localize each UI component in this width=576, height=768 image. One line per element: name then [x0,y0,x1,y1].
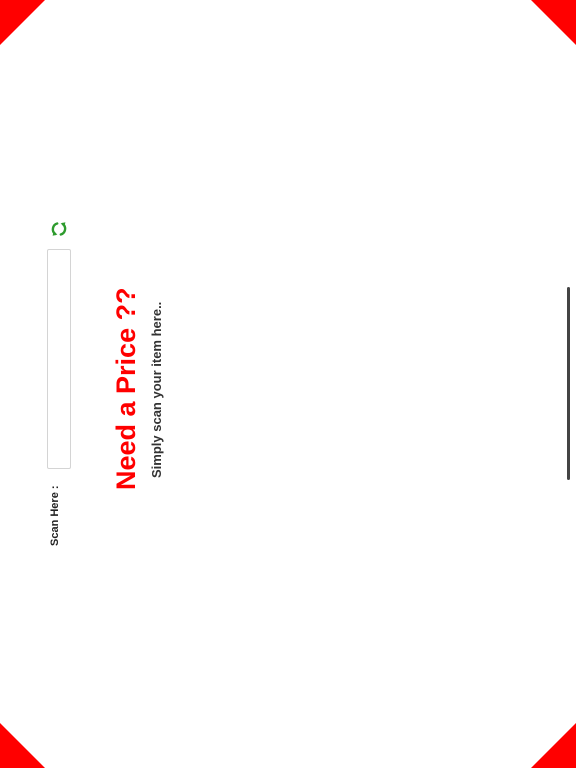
refresh-icon[interactable] [50,220,68,238]
scan-input[interactable] [47,249,71,469]
scan-label: Scan Here : [49,485,61,546]
scrollbar[interactable] [567,287,570,480]
page-title: Need a Price ?? [111,287,141,490]
page-subtitle: Simply scan your item here.. [149,301,164,478]
price-check-panel: Scan Here : Need a Price ?? Simply scan … [0,0,576,768]
